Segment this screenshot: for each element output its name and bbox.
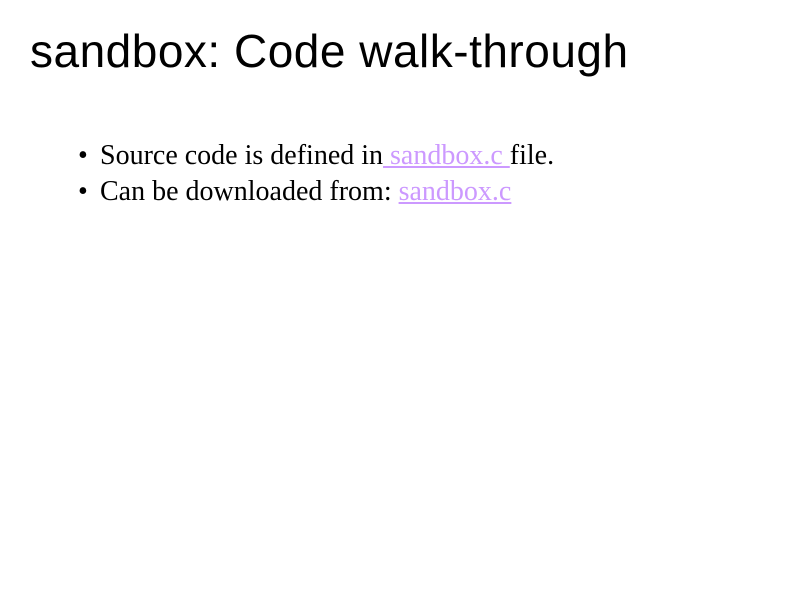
- bullet-list: Source code is defined in sandbox.c file…: [30, 138, 764, 211]
- link-sandbox-c-1[interactable]: sandbox.c: [383, 140, 510, 171]
- bullet-item-1: Source code is defined in sandbox.c file…: [78, 138, 764, 174]
- bullet-2-prefix: Can be downloaded from:: [100, 176, 399, 207]
- link-sandbox-c-2[interactable]: sandbox.c: [399, 176, 512, 207]
- bullet-1-suffix: file.: [510, 140, 554, 171]
- bullet-item-2: Can be downloaded from: sandbox.c: [78, 174, 764, 210]
- slide-title: sandbox: Code walk-through: [30, 24, 764, 78]
- bullet-1-prefix: Source code is defined in: [100, 140, 383, 171]
